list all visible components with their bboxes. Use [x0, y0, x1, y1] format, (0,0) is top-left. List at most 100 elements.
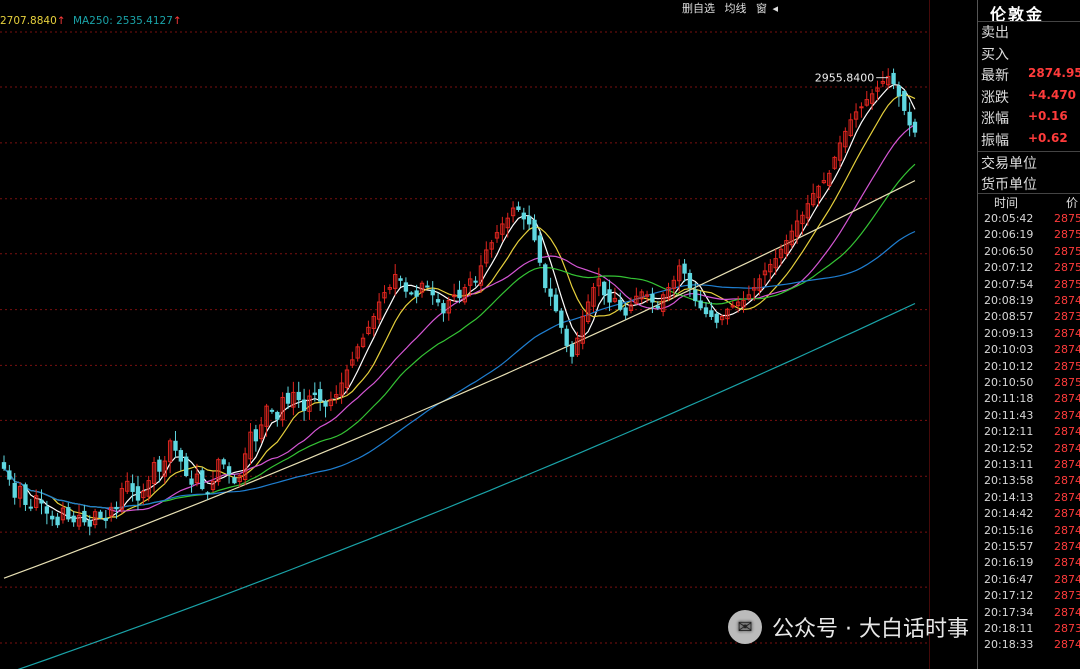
candle-body [912, 121, 918, 133]
candle-body [682, 263, 687, 274]
candle [339, 372, 344, 404]
candle [50, 510, 55, 526]
candle [853, 103, 859, 128]
candle [173, 431, 178, 458]
candle [157, 455, 162, 483]
candle-body [23, 484, 28, 505]
candle-body [66, 507, 71, 520]
tick-price: 2875 [1054, 244, 1080, 258]
candle-body [7, 470, 12, 480]
tick-row: 20:10:12 2875 [978, 360, 1080, 376]
candle [323, 399, 328, 418]
candle [216, 457, 221, 486]
tick-time: 20:14:42 [984, 507, 1034, 521]
tick-row: 20:18:33 2874 [978, 638, 1080, 654]
candle [12, 473, 17, 505]
candle-body [521, 212, 526, 220]
candle [725, 307, 730, 325]
window-dropdown-icon[interactable]: ◂ [772, 2, 778, 15]
candle-body [205, 492, 210, 495]
tick-price: 2874 [1054, 540, 1080, 553]
candle [762, 262, 768, 286]
quote-label: 涨跌 [981, 89, 1009, 106]
tick-row: 20:13:11 2874 [978, 458, 1080, 474]
candle-body [98, 511, 103, 518]
tick-row: 20:14:42 2874 [978, 507, 1080, 523]
tick-price: 2874 [1054, 572, 1080, 586]
tick-time: 20:17:12 [984, 589, 1034, 603]
quote-row: 卖出 [978, 22, 1080, 43]
tick-row: 20:07:12 2875 [978, 261, 1080, 277]
ma120-line [3, 180, 916, 579]
candle [66, 502, 71, 522]
tick-row: 20:08:57 2873 [978, 310, 1080, 326]
candle-body [189, 478, 194, 485]
divider [978, 151, 1080, 152]
quote-value: +4.470 [1028, 87, 1077, 102]
candle [907, 102, 912, 137]
delete-favorite-button[interactable]: 删自选 [682, 2, 715, 15]
quote-value: 2874.950 [1028, 66, 1080, 80]
candle [666, 282, 671, 302]
candle-body [157, 459, 162, 472]
candle [184, 452, 189, 478]
candle [119, 482, 125, 514]
max-price-label: 2955.8400 [815, 72, 875, 85]
candle [178, 447, 184, 471]
tick-price: 2875 [1054, 376, 1080, 389]
candle [371, 313, 376, 337]
tick-time: 20:16:47 [984, 572, 1034, 586]
tick-row: 20:17:12 2873 [978, 589, 1080, 605]
tick-time: 20:16:19 [984, 556, 1034, 570]
tick-price: 2873 [1054, 589, 1080, 603]
candle [564, 325, 569, 353]
tick-row: 20:08:19 2874 [978, 294, 1080, 310]
candle-body [693, 289, 698, 302]
candle [92, 508, 98, 529]
tick-row: 20:14:13 2874 [978, 491, 1080, 507]
watermark: ✉ 公众号 · 大白话时事 [728, 610, 969, 644]
ma-indicator-button[interactable]: 均线 [724, 2, 746, 15]
candle [242, 447, 248, 486]
candle [886, 68, 891, 90]
candle [403, 277, 409, 298]
candle [226, 462, 232, 484]
tick-time: 20:13:58 [984, 474, 1034, 488]
tick-price: 2874 [1054, 556, 1080, 570]
candle [291, 381, 296, 416]
kline-chart[interactable]: 3013.4862937.4412860.1672782.8932706.846… [0, 0, 930, 669]
tick-time: 20:12:52 [984, 441, 1034, 455]
window-button[interactable]: 窗 [756, 2, 767, 15]
tick-time: 20:18:11 [984, 622, 1034, 635]
candle-body [559, 310, 564, 328]
candle [521, 207, 526, 230]
candle-body [398, 278, 403, 281]
candle [585, 294, 591, 324]
candle-body [703, 307, 709, 315]
tick-price: 2874 [1054, 490, 1080, 504]
ma-first-arrow: ↑ [56, 15, 66, 27]
quote-row: 买入 [978, 44, 1080, 65]
candle [473, 276, 478, 287]
tick-row: 20:16:47 2874 [978, 573, 1080, 589]
candle-body [687, 272, 693, 289]
quote-label: 涨幅 [981, 111, 1009, 127]
candle-body [114, 506, 119, 510]
candle [419, 280, 425, 298]
kline-plot[interactable]: 3013.4862937.4412860.1672782.8932706.846… [0, 0, 930, 669]
candle [162, 455, 167, 484]
candle-body [44, 506, 50, 514]
candle [82, 505, 87, 526]
candle [848, 113, 853, 138]
tick-time: 20:15:57 [984, 540, 1034, 553]
tick-price: 2875 [1054, 212, 1080, 225]
candle [360, 333, 366, 349]
candle [71, 511, 76, 527]
tick-row: 20:06:19 2875 [978, 228, 1080, 244]
candle-body [859, 106, 864, 109]
tick-time: 20:18:33 [984, 638, 1034, 652]
candle [703, 302, 709, 318]
candle [17, 482, 23, 508]
candle-body [285, 392, 291, 404]
tick-time: 20:10:12 [984, 359, 1034, 373]
